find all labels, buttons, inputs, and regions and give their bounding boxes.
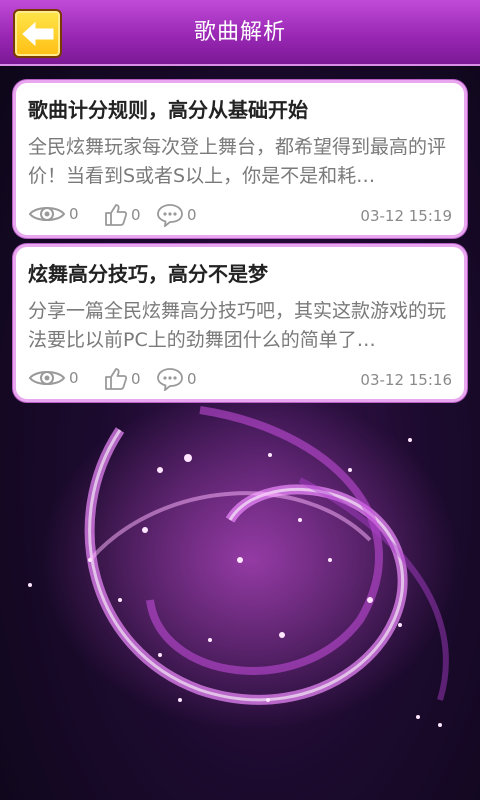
header-bar: 歌曲解析	[0, 0, 480, 66]
article-title: 歌曲计分规则，高分从基础开始	[28, 98, 308, 122]
views-stat: 0	[28, 203, 79, 225]
comments-count: 0	[187, 370, 197, 388]
comments-count: 0	[187, 206, 197, 224]
article-date: 03-12 15:19	[360, 207, 452, 225]
likes-count: 0	[131, 206, 141, 224]
article-meta: 0 0 0 03-12 15:19	[28, 197, 452, 235]
likes-count: 0	[131, 370, 141, 388]
arrow-left-icon	[21, 21, 53, 46]
comment-bubble-icon	[157, 368, 183, 391]
thumbs-up-icon	[105, 368, 128, 390]
back-button[interactable]	[13, 9, 62, 58]
comments-stat: 0	[156, 367, 197, 391]
article-date: 03-12 15:16	[360, 371, 452, 389]
eye-icon	[28, 371, 66, 385]
views-count: 0	[69, 205, 79, 223]
eye-icon	[28, 207, 66, 221]
thumbs-up-icon	[105, 204, 128, 226]
article-excerpt: 全民炫舞玩家每次登上舞台，都希望得到最高的评价！当看到S或者S以上，你是不是和耗…	[28, 136, 447, 187]
article-card[interactable]: 炫舞高分技巧，高分不是梦 分享一篇全民炫舞高分技巧吧，其实这款游戏的玩法要比以前…	[13, 244, 467, 402]
comment-bubble-icon	[157, 204, 183, 227]
likes-stat: 0	[104, 203, 141, 227]
page-title: 歌曲解析	[193, 20, 286, 45]
article-title: 炫舞高分技巧，高分不是梦	[28, 262, 268, 286]
views-count: 0	[69, 369, 79, 387]
article-excerpt: 分享一篇全民炫舞高分技巧吧，其实这款游戏的玩法要比以前PC上的劲舞团什么的简单了…	[28, 300, 447, 351]
comments-stat: 0	[156, 203, 197, 227]
views-stat: 0	[28, 367, 79, 389]
likes-stat: 0	[104, 367, 141, 391]
article-meta: 0 0 0 03-12 15:16	[28, 361, 452, 399]
article-card[interactable]: 歌曲计分规则，高分从基础开始 全民炫舞玩家每次登上舞台，都希望得到最高的评价！当…	[13, 80, 467, 238]
